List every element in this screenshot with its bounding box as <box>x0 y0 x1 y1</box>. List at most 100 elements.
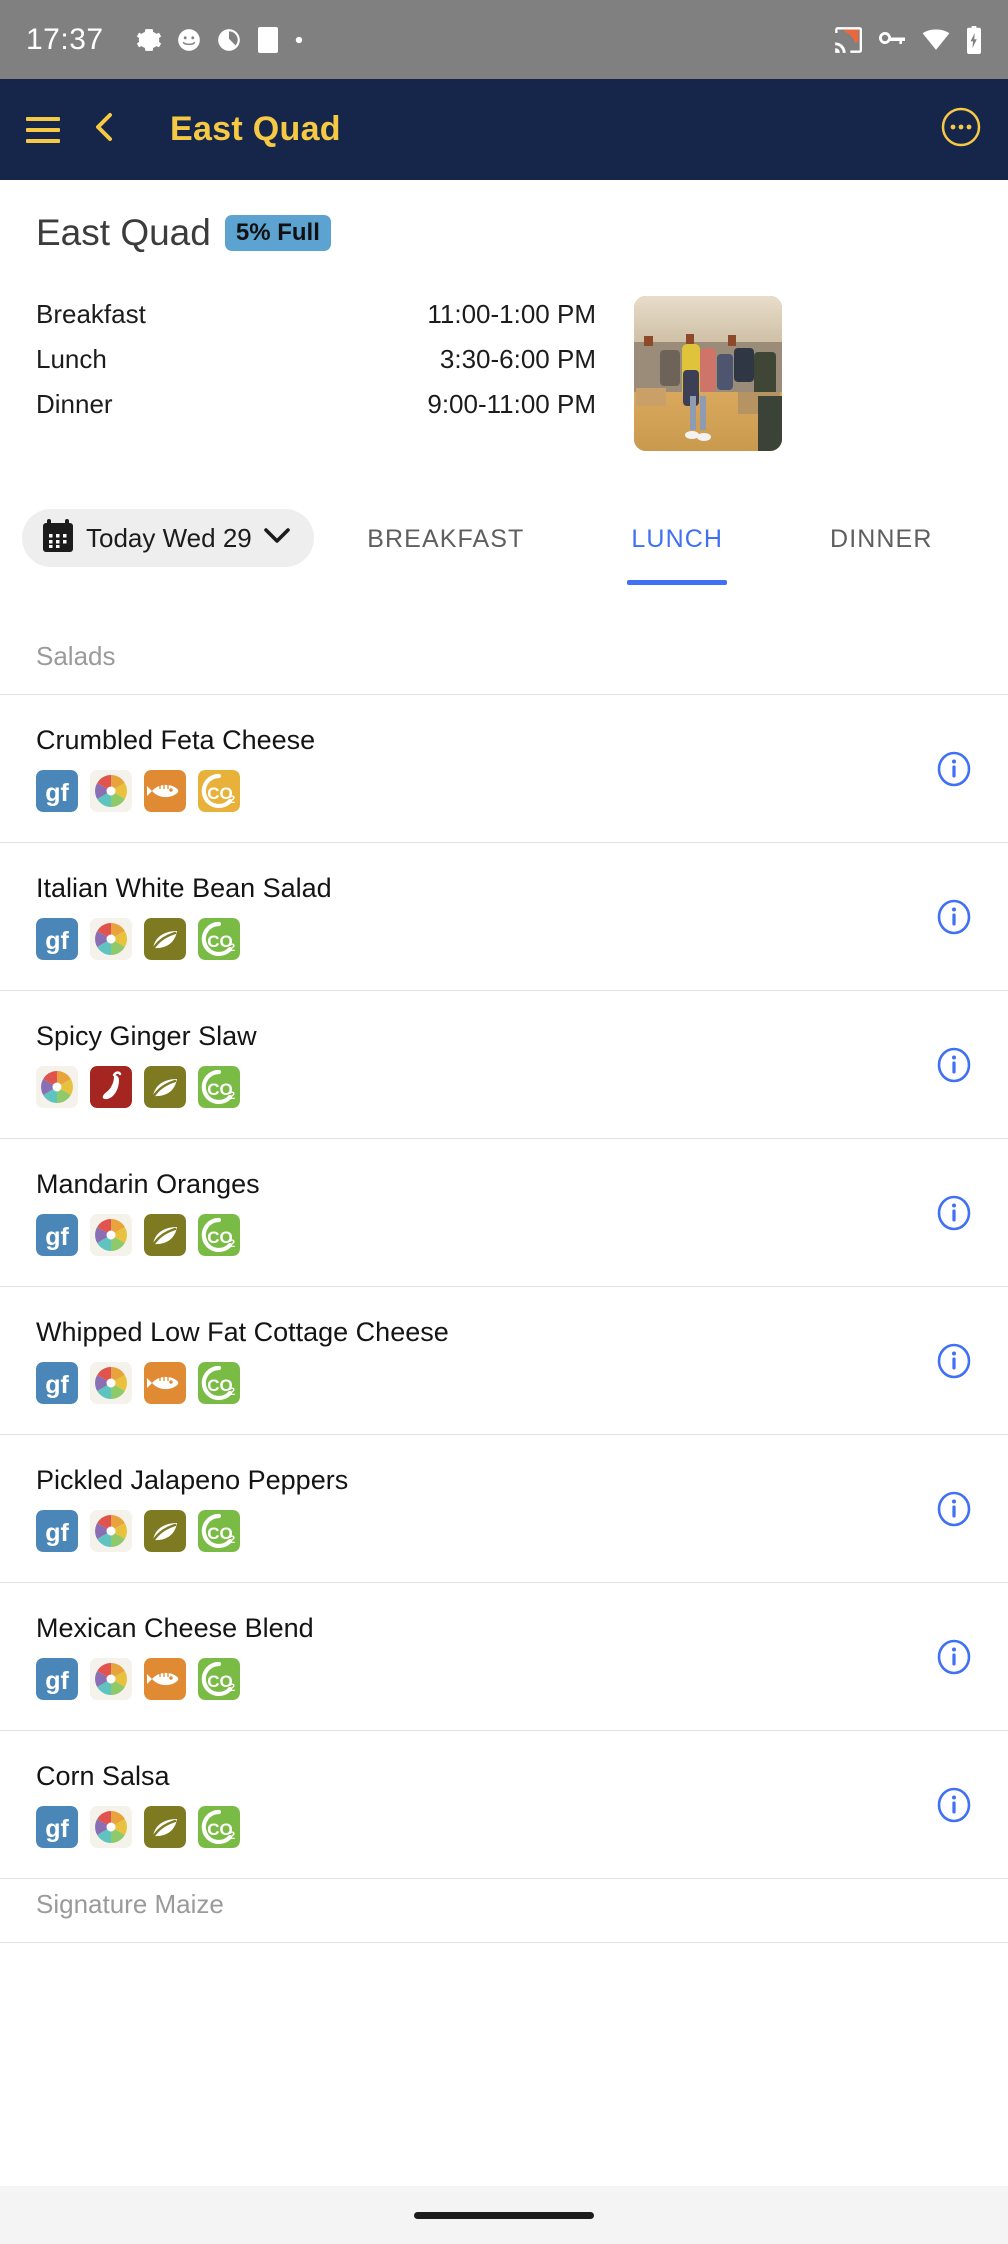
meal-time: 9:00-11:00 PM <box>427 389 596 419</box>
date-picker-label: Today Wed 29 <box>86 522 252 553</box>
gluten-free-icon: gf <box>36 1806 78 1848</box>
app-root: 17:37 East Quad East Quad 5% Full Breakf… <box>0 0 1008 2244</box>
page-content: East Quad 5% Full Breakfast 11:00-1:00 P… <box>0 180 1008 2186</box>
carbon-low-icon: CO 2 <box>198 1510 240 1552</box>
spicy-icon <box>90 1066 132 1108</box>
tab-lunch[interactable]: LUNCH <box>627 519 728 585</box>
status-bar-left: 17:37 <box>26 23 834 57</box>
tab-underline-active <box>627 580 728 585</box>
hours-row: Breakfast 11:00-1:00 PM <box>36 292 596 337</box>
dietary-tags: gf CO 2 <box>36 1510 348 1552</box>
tab-dinner-label: DINNER <box>830 525 933 553</box>
info-circle-icon[interactable] <box>932 1043 976 1087</box>
halal-icon <box>90 770 132 812</box>
hours-row: Lunch 3:30-6:00 PM <box>36 337 596 382</box>
food-row[interactable]: Spicy Ginger Slaw CO 2 <box>0 991 1008 1139</box>
dietary-tags: gf CO 2 <box>36 1658 314 1700</box>
dietary-tags: gf CO 2 <box>36 770 315 812</box>
food-name: Corn Salsa <box>36 1761 170 1791</box>
gear-icon <box>136 27 162 53</box>
meal-tab-row: Today Wed 29 BREAKFAST LUNCH DINNER <box>0 509 1008 585</box>
carbon-low-icon: CO 2 <box>198 1066 240 1108</box>
info-circle-icon[interactable] <box>932 895 976 939</box>
hours-table: Breakfast 11:00-1:00 PM Lunch 3:30-6:00 … <box>36 292 596 427</box>
page-title: East Quad <box>36 212 211 253</box>
info-circle-icon[interactable] <box>932 747 976 791</box>
food-name: Spicy Ginger Slaw <box>36 1021 257 1051</box>
date-picker[interactable]: Today Wed 29 <box>22 509 314 567</box>
gluten-free-icon: gf <box>36 918 78 960</box>
hamburger-menu-icon[interactable] <box>26 116 60 143</box>
tab-underline-inactive <box>363 580 528 585</box>
food-row[interactable]: Mandarin Oranges gf CO 2 <box>0 1139 1008 1287</box>
title-row: East Quad 5% Full <box>36 212 972 254</box>
more-options-icon[interactable] <box>940 106 982 153</box>
calendar-icon <box>42 518 74 558</box>
square-icon <box>256 26 280 54</box>
food-name: Crumbled Feta Cheese <box>36 725 316 755</box>
carbon-low-icon: CO 2 <box>198 1214 240 1256</box>
menu-list: Salads Crumbled Feta Cheese gf CO 2 Italian W… <box>0 631 1008 1943</box>
info-circle-icon[interactable] <box>932 1783 976 1827</box>
tab-dinner[interactable]: DINNER <box>826 519 936 585</box>
food-info: Mexican Cheese Blend gf CO 2 <box>36 1613 314 1700</box>
status-bar: 17:37 <box>0 0 1008 79</box>
chevron-down-icon <box>263 527 290 549</box>
dietary-tags: gf CO 2 <box>36 1806 240 1848</box>
info-circle-icon[interactable] <box>932 1487 976 1531</box>
app-bar: East Quad <box>0 79 1008 180</box>
vegan-icon <box>144 1066 186 1108</box>
halal-icon <box>90 1510 132 1552</box>
halal-icon <box>36 1066 78 1108</box>
food-name: Pickled Jalapeno Peppers <box>36 1465 349 1495</box>
svg-text:2: 2 <box>229 1238 235 1250</box>
svg-text:gf: gf <box>45 1519 69 1547</box>
tab-breakfast[interactable]: BREAKFAST <box>363 519 528 585</box>
food-row[interactable]: Mexican Cheese Blend gf CO 2 <box>0 1583 1008 1731</box>
gluten-free-icon: gf <box>36 1214 78 1256</box>
carbon-low-icon: CO 2 <box>198 1806 240 1848</box>
food-info: Italian White Bean Salad gf CO 2 <box>36 873 332 960</box>
meal-time: 11:00-1:00 PM <box>427 299 596 329</box>
food-info: Whipped Low Fat Cottage Cheese gf CO 2 <box>36 1317 449 1404</box>
info-circle-icon[interactable] <box>932 1635 976 1679</box>
battery-charging-icon <box>966 25 982 54</box>
gluten-free-icon: gf <box>36 1658 78 1700</box>
status-bar-clock: 17:37 <box>26 22 104 56</box>
vegan-icon <box>144 1214 186 1256</box>
food-info: Spicy Ginger Slaw CO 2 <box>36 1021 257 1108</box>
info-circle-icon[interactable] <box>932 1191 976 1235</box>
food-info: Mandarin Oranges gf CO 2 <box>36 1169 260 1256</box>
food-name: Mandarin Oranges <box>36 1169 260 1199</box>
back-arrow-icon[interactable] <box>96 111 134 148</box>
svg-text:gf: gf <box>45 1667 69 1695</box>
sync-icon <box>216 27 242 53</box>
food-row[interactable]: Crumbled Feta Cheese gf CO 2 <box>0 695 1008 843</box>
svg-text:gf: gf <box>45 779 69 807</box>
vegan-icon <box>144 918 186 960</box>
dietary-tags: gf CO 2 <box>36 918 332 960</box>
meal-tabs: BREAKFAST LUNCH DINNER <box>314 509 986 585</box>
food-name: Whipped Low Fat Cottage Cheese <box>36 1317 449 1347</box>
food-row[interactable]: Corn Salsa gf CO 2 <box>0 1731 1008 1879</box>
carbon-low-icon: CO 2 <box>198 1362 240 1404</box>
fish-icon <box>144 1362 186 1404</box>
dietary-tags: gf CO 2 <box>36 1362 449 1404</box>
svg-text:2: 2 <box>229 1682 235 1694</box>
section-header: Signature Maize <box>0 1879 1008 1943</box>
food-row[interactable]: Whipped Low Fat Cottage Cheese gf CO 2 <box>0 1287 1008 1435</box>
food-row[interactable]: Pickled Jalapeno Peppers gf CO 2 <box>0 1435 1008 1583</box>
food-info: Pickled Jalapeno Peppers gf CO 2 <box>36 1465 348 1552</box>
food-info: Corn Salsa gf CO 2 <box>36 1761 240 1848</box>
carbon-medium-icon: CO 2 <box>198 770 240 812</box>
halal-icon <box>90 1362 132 1404</box>
info-circle-icon[interactable] <box>932 1339 976 1383</box>
food-row[interactable]: Italian White Bean Salad gf CO 2 <box>0 843 1008 991</box>
dietary-tags: gf CO 2 <box>36 1214 260 1256</box>
dietary-tags: CO 2 <box>36 1066 257 1108</box>
svg-text:2: 2 <box>229 794 235 806</box>
home-indicator[interactable] <box>414 2211 594 2219</box>
svg-text:2: 2 <box>229 1090 235 1102</box>
svg-text:2: 2 <box>229 1534 235 1546</box>
hours-block: Breakfast 11:00-1:00 PM Lunch 3:30-6:00 … <box>0 254 1008 451</box>
